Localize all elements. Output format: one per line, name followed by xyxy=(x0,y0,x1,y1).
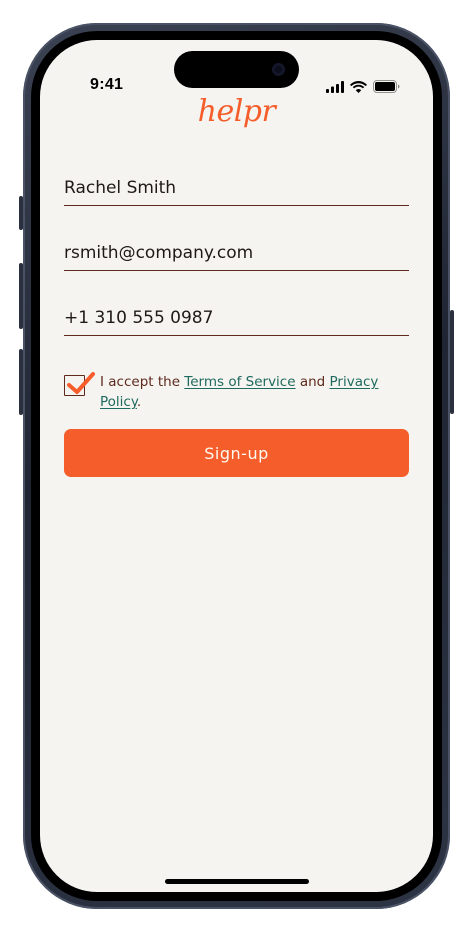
bezel: 9:41 helpr Rachel Smith rsmith@company.c… xyxy=(31,31,442,901)
phone-frame: 9:41 helpr Rachel Smith rsmith@company.c… xyxy=(19,23,454,909)
battery-icon xyxy=(373,80,400,93)
screen: 9:41 helpr Rachel Smith rsmith@company.c… xyxy=(40,40,433,892)
action-button xyxy=(19,196,23,230)
name-field[interactable] xyxy=(64,178,409,198)
terms-and: and xyxy=(295,374,330,390)
home-indicator[interactable] xyxy=(165,879,309,884)
terms-prefix: I accept the xyxy=(100,374,185,390)
name-field-container xyxy=(64,166,409,206)
terms-checkbox[interactable] xyxy=(64,372,95,396)
volume-up-button xyxy=(19,263,23,329)
phone-field[interactable] xyxy=(64,308,409,328)
checkmark-icon xyxy=(67,372,95,394)
email-field-container xyxy=(64,231,409,271)
terms-row: I accept the Terms of Service and Privac… xyxy=(64,372,409,416)
dynamic-island xyxy=(174,51,299,88)
wifi-icon xyxy=(350,80,367,93)
power-button xyxy=(450,310,454,414)
terms-of-service-link[interactable]: Terms of Service xyxy=(184,374,295,390)
app-logo: helpr xyxy=(197,94,276,129)
terms-text: I accept the Terms of Service and Privac… xyxy=(100,372,405,412)
signal-icon xyxy=(326,80,344,93)
terms-suffix: . xyxy=(136,394,142,410)
status-time: 9:41 xyxy=(90,76,124,93)
volume-down-button xyxy=(19,349,23,415)
phone-field-container xyxy=(64,296,409,336)
camera-icon xyxy=(272,63,285,76)
sign-up-button[interactable]: Sign-up xyxy=(64,429,409,477)
status-icons xyxy=(326,80,400,93)
email-field[interactable] xyxy=(64,243,409,263)
